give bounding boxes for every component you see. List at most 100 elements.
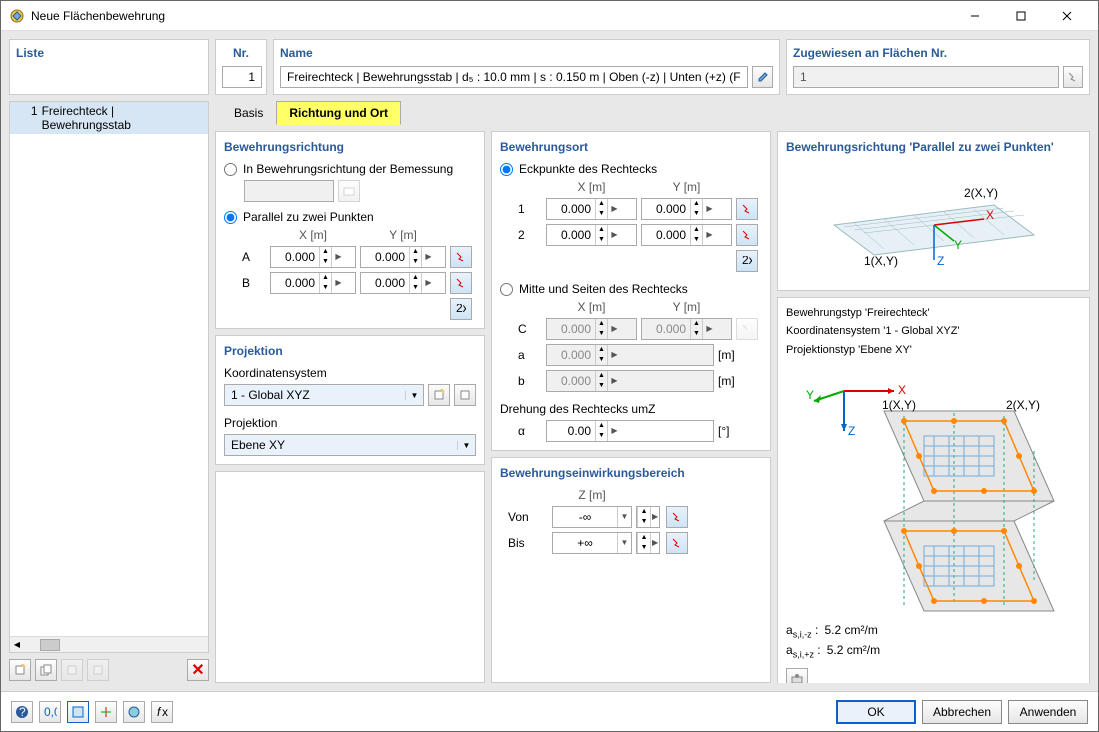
new-coord-button[interactable] <box>428 384 450 406</box>
radio-in-bewehrungsrichtung[interactable]: In Bewehrungsrichtung der Bemessung <box>224 162 476 176</box>
scroll-left-icon[interactable]: ◀ <box>10 640 24 649</box>
pick-point-a-button[interactable] <box>450 246 472 268</box>
preview2-line1: Bewehrungstyp 'Freirechteck' <box>786 306 1081 320</box>
pick-von-button[interactable] <box>666 506 688 528</box>
maximize-button[interactable] <box>998 1 1044 31</box>
svg-text:1(X,Y): 1(X,Y) <box>882 398 916 412</box>
projection-select[interactable]: Ebene XY▼ <box>224 434 476 456</box>
coord-system-select[interactable]: 1 - Global XYZ▼ <box>224 384 424 406</box>
nr-input[interactable] <box>222 66 262 88</box>
view-mode2-button[interactable] <box>95 701 117 723</box>
new-item-button[interactable] <box>9 659 31 681</box>
c-y-input <box>642 322 690 336</box>
svg-text:Z: Z <box>848 424 855 438</box>
list-item-number: 1 <box>14 104 38 132</box>
svg-text:2(X,Y): 2(X,Y) <box>1006 398 1040 412</box>
minimize-button[interactable] <box>952 1 998 31</box>
pick-two-points-button[interactable]: 2x <box>450 298 472 320</box>
p1-y-input[interactable] <box>642 202 690 216</box>
col-y: Y [m] <box>360 228 446 242</box>
radio-eckpunkte[interactable]: Eckpunkte des Rechtecks <box>500 162 762 176</box>
radio-label: Parallel zu zwei Punkten <box>243 210 374 224</box>
list-item-label: Freirechteck | Bewehrungsstab <box>42 104 204 132</box>
preview2-line2: Koordinatensystem '1 - Global XYZ' <box>786 324 1081 338</box>
b-x-input[interactable] <box>271 276 319 290</box>
edit-coord-button[interactable] <box>454 384 476 406</box>
view-mode1-button[interactable] <box>67 701 89 723</box>
nr-header: Nr. <box>222 46 260 60</box>
proj-label: Projektion <box>224 416 476 430</box>
help-button[interactable]: ? <box>11 701 33 723</box>
library-button[interactable] <box>61 659 83 681</box>
group-bereich: Bewehrungseinwirkungsbereich <box>500 466 762 480</box>
pick-rect-two-button[interactable]: 2x <box>736 250 758 272</box>
svg-text:Y: Y <box>806 388 814 402</box>
item-list[interactable]: 1 Freirechteck | Bewehrungsstab ◀ <box>9 101 209 653</box>
name-header: Name <box>280 46 773 60</box>
coord-label: Koordinatensystem <box>224 366 476 380</box>
row-a-label: A <box>242 250 266 264</box>
preview1-image: X Y Z 1(X,Y) 2(X,Y) <box>786 158 1081 282</box>
von-value[interactable]: -∞ <box>553 510 617 524</box>
group-projektion: Projektion <box>224 344 476 358</box>
radio-label: In Bewehrungsrichtung der Bemessung <box>243 162 453 176</box>
radio-parallel-zwei-punkten[interactable]: Parallel zu zwei Punkten <box>224 210 476 224</box>
side-a-input <box>547 348 595 362</box>
bis-value[interactable]: +∞ <box>553 536 617 550</box>
pick-point-b-button[interactable] <box>450 272 472 294</box>
p1-x-input[interactable] <box>547 202 595 216</box>
name-input[interactable] <box>280 66 748 88</box>
a-y-input[interactable] <box>361 250 409 264</box>
svg-text:x: x <box>162 705 168 719</box>
dir-settings-button[interactable] <box>338 180 360 202</box>
alpha-input[interactable] <box>547 424 595 438</box>
delete-item-button[interactable]: ✕ <box>187 659 209 681</box>
svg-text:0,00: 0,00 <box>44 705 57 719</box>
units-button[interactable]: 0,00 <box>39 701 61 723</box>
ok-button[interactable]: OK <box>836 700 916 724</box>
assigned-header: Zugewiesen an Flächen Nr. <box>793 46 1083 60</box>
c-x-input <box>547 322 595 336</box>
pick-surface-button[interactable] <box>1063 66 1083 88</box>
svg-text:Y: Y <box>954 238 962 252</box>
p2-y-input[interactable] <box>642 228 690 242</box>
svg-text:1(X,Y): 1(X,Y) <box>864 254 898 268</box>
group-bewehrungsrichtung: Bewehrungsrichtung <box>224 140 476 154</box>
tab-basis[interactable]: Basis <box>221 101 276 125</box>
p2-x-input[interactable] <box>547 228 595 242</box>
assigned-input[interactable] <box>793 66 1059 88</box>
list-header: Liste <box>16 46 202 60</box>
tab-richtung-und-ort[interactable]: Richtung und Ort <box>276 101 401 125</box>
close-button[interactable] <box>1044 1 1090 31</box>
pick-c-button <box>736 318 758 340</box>
svg-text:X: X <box>898 383 906 397</box>
preview-settings-button[interactable] <box>786 668 808 683</box>
script-button[interactable]: fx <box>151 701 173 723</box>
svg-text:Z: Z <box>937 254 944 268</box>
scrollbar-thumb[interactable] <box>40 639 60 651</box>
svg-text:?: ? <box>19 705 26 719</box>
pick-p2-button[interactable] <box>736 224 758 246</box>
svg-text:2x: 2x <box>456 304 466 314</box>
pick-p1-button[interactable] <box>736 198 758 220</box>
list-item[interactable]: 1 Freirechteck | Bewehrungsstab <box>10 102 208 134</box>
preview2-line3: Projektionstyp 'Ebene XY' <box>786 343 1081 357</box>
radio-label: Mitte und Seiten des Rechtecks <box>519 282 688 296</box>
radio-label: Eckpunkte des Rechtecks <box>519 162 657 176</box>
radio-mitte-seiten[interactable]: Mitte und Seiten des Rechtecks <box>500 282 762 296</box>
cancel-button[interactable]: Abbrechen <box>922 700 1002 724</box>
svg-text:2x: 2x <box>742 256 752 266</box>
row-b-label: B <box>242 276 266 290</box>
app-icon <box>9 8 25 24</box>
a-x-input[interactable] <box>271 250 319 264</box>
pick-bis-button[interactable] <box>666 532 688 554</box>
window-title: Neue Flächenbewehrung <box>31 9 952 23</box>
preview1-caption: Bewehrungsrichtung 'Parallel zu zwei Pun… <box>786 140 1081 154</box>
edit-name-button[interactable] <box>752 66 773 88</box>
render-button[interactable] <box>123 701 145 723</box>
library2-button[interactable] <box>87 659 109 681</box>
copy-item-button[interactable] <box>35 659 57 681</box>
group-bewehrungsort: Bewehrungsort <box>500 140 762 154</box>
b-y-input[interactable] <box>361 276 409 290</box>
apply-button[interactable]: Anwenden <box>1008 700 1088 724</box>
